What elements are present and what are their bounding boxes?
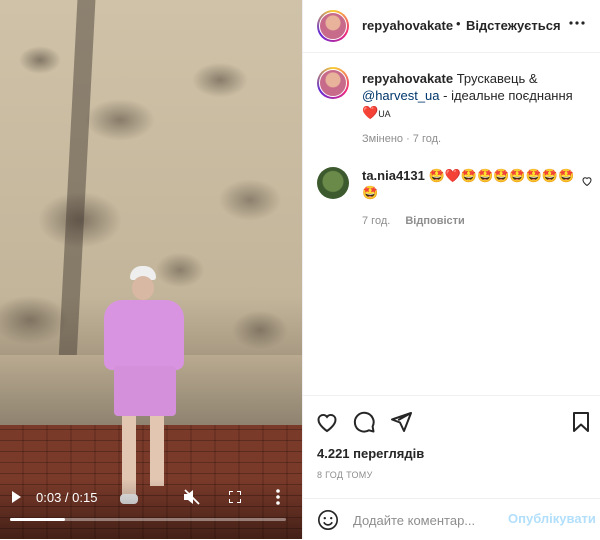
tree-shadow	[58, 0, 96, 360]
reply-button[interactable]: Відповісти	[405, 215, 464, 227]
post-comment-button[interactable]: Опублікувати	[508, 511, 596, 526]
caption-text-continued: - ідеальне поєднання	[439, 88, 573, 103]
edited-timestamp: Змінено · 7 год.	[362, 133, 442, 145]
separator-dot: •	[456, 16, 461, 31]
bookmark-icon[interactable]	[569, 410, 593, 434]
mute-icon[interactable]	[183, 489, 201, 505]
comment-text-continued: 🤩	[362, 185, 379, 200]
comment-bar: Опублікувати	[303, 498, 600, 540]
caption-country-code: UA	[378, 109, 391, 119]
post-panel: repyahovakate • Відстежується repyahovak…	[302, 0, 600, 539]
action-bar	[303, 395, 600, 442]
comment-meta: 7 год. Відповісти	[362, 215, 465, 227]
caption-avatar[interactable]	[317, 67, 349, 99]
comment-time: 7 год.	[362, 215, 391, 227]
comment-bubble-icon[interactable]	[352, 410, 376, 434]
post-timestamp: 8 ГОД ТОМУ	[317, 470, 373, 480]
video-progress-fill	[10, 518, 66, 521]
comment-input[interactable]	[351, 509, 515, 531]
post-caption: repyahovakate Трускавець & @harvest_ua -…	[362, 70, 577, 123]
commenter-avatar[interactable]	[317, 167, 349, 199]
more-options-icon[interactable]	[276, 489, 280, 505]
video-progress-bar[interactable]	[10, 518, 286, 521]
post-header: repyahovakate • Відстежується	[303, 0, 600, 53]
caption-username[interactable]: repyahovakate	[362, 71, 453, 86]
play-icon[interactable]	[12, 491, 21, 503]
caption-mention-link[interactable]: @harvest_ua	[362, 88, 440, 103]
like-comment-heart-icon[interactable]	[581, 175, 593, 187]
follow-status-button[interactable]: Відстежується	[466, 18, 561, 33]
share-send-icon[interactable]	[389, 410, 413, 434]
more-options-icon[interactable]	[567, 16, 587, 30]
caption-text: Трускавець &	[456, 71, 538, 86]
comment-text: 🤩❤️🤩🤩🤩🤩🤩🤩🤩	[428, 168, 575, 183]
views-count[interactable]: 4.221 переглядів	[317, 446, 424, 461]
video-time: 0:03 / 0:15	[36, 490, 98, 505]
commenter-username[interactable]: ta.nia4131	[362, 168, 425, 183]
heart-emoji: ❤️	[362, 105, 379, 120]
video-controls	[0, 479, 302, 539]
video-player[interactable]: 0:03 / 0:15	[0, 0, 302, 539]
like-heart-icon[interactable]	[315, 410, 339, 434]
emoji-smiley-icon[interactable]	[317, 509, 339, 531]
author-avatar[interactable]	[317, 10, 349, 42]
comment: ta.nia4131 🤩❤️🤩🤩🤩🤩🤩🤩🤩 🤩	[362, 167, 577, 201]
author-username[interactable]: repyahovakate	[362, 18, 453, 33]
fullscreen-icon[interactable]	[229, 491, 241, 503]
